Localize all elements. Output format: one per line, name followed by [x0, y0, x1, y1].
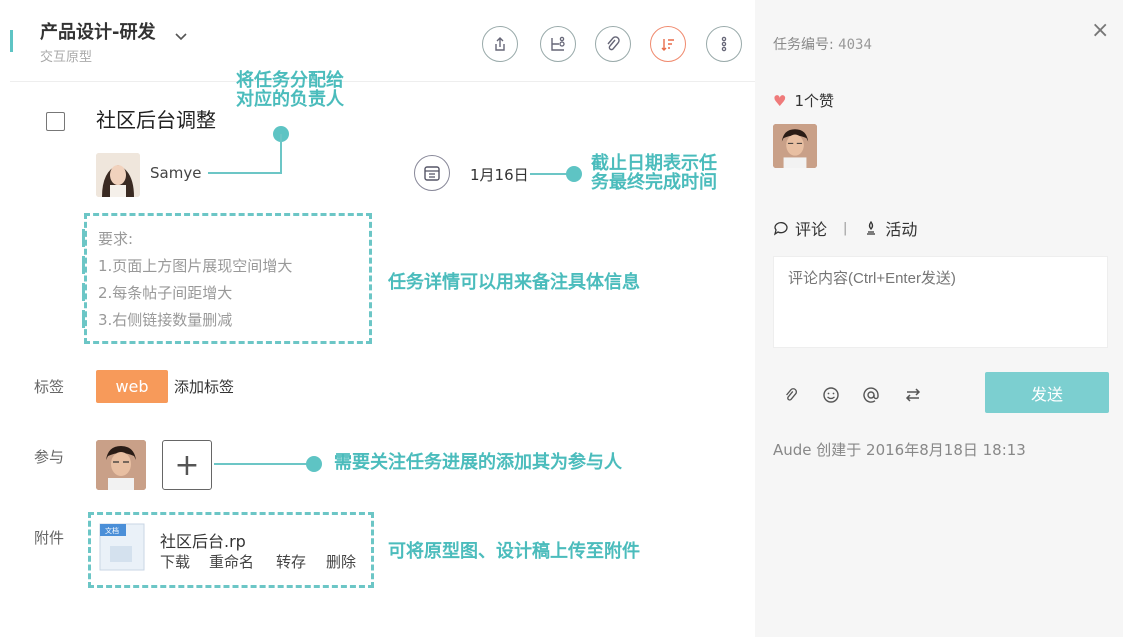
- annotation-connector: [214, 463, 316, 465]
- description-line[interactable]: 2.每条帖子间距增大: [98, 282, 232, 303]
- task-number: 任务编号: 4034: [773, 34, 872, 54]
- task-done-checkbox[interactable]: [46, 112, 65, 131]
- annotation-participants: 需要关注任务进展的添加其为参与人: [334, 452, 622, 473]
- assignee-avatar[interactable]: [96, 153, 140, 197]
- annotation-connector: [208, 172, 282, 174]
- more-icon: [721, 36, 727, 52]
- activity-icon: [867, 220, 876, 235]
- close-icon[interactable]: ×: [1091, 18, 1109, 43]
- comment-input[interactable]: [773, 256, 1108, 348]
- description-line[interactable]: 1.页面上方图片展现空间增大: [98, 255, 292, 276]
- annotation-assign-line2: 对应的负责人: [236, 89, 344, 110]
- tags-label: 标签: [34, 378, 65, 396]
- tag-web[interactable]: web: [96, 370, 168, 403]
- description-bar: [82, 310, 85, 328]
- task-main-panel: 产品设计-研发 交互原型 社区后台调整 Samye 1月16日 要求: 1.页面…: [10, 0, 755, 637]
- more-button[interactable]: [706, 26, 742, 62]
- annotation-dot: [306, 456, 322, 472]
- tab-activity[interactable]: 活动: [863, 216, 917, 240]
- comment-icon: [773, 222, 788, 236]
- save-to-link[interactable]: 转存: [276, 551, 306, 572]
- accent-bar: [10, 30, 13, 52]
- delete-link[interactable]: 删除: [326, 551, 356, 572]
- task-header: 产品设计-研发 交互原型: [10, 0, 755, 82]
- share-button[interactable]: [482, 26, 518, 62]
- add-tag-link[interactable]: 添加标签: [174, 376, 234, 397]
- chevron-down-icon[interactable]: [174, 30, 188, 44]
- task-side-panel: 任务编号: 4034 × ♥ 1个赞 评论 | 活动 评论内容(Ctrl+Ent…: [755, 0, 1123, 637]
- emoji-icon[interactable]: [821, 385, 841, 405]
- task-number-label: 任务编号:: [773, 37, 834, 53]
- attach-icon: [607, 36, 620, 51]
- project-subtitle: 交互原型: [40, 50, 93, 65]
- description-bar: [82, 229, 85, 247]
- add-participant-button[interactable]: +: [162, 440, 212, 490]
- file-icon[interactable]: 文档: [98, 522, 146, 572]
- mention-icon[interactable]: [861, 385, 881, 405]
- download-link[interactable]: 下载: [160, 551, 190, 572]
- due-date-button[interactable]: [414, 155, 450, 191]
- transfer-icon[interactable]: [903, 385, 923, 405]
- task-detail-window: 产品设计-研发 交互原型 社区后台调整 Samye 1月16日 要求: 1.页面…: [0, 0, 1123, 637]
- annotation-description: 任务详情可以用来备注具体信息: [388, 272, 640, 293]
- side-tabs: 评论 | 活动: [773, 216, 917, 240]
- flow-button[interactable]: [540, 26, 576, 62]
- likes-count: 1个赞: [794, 92, 834, 110]
- description-line[interactable]: 3.右侧链接数量删减: [98, 309, 232, 330]
- annotation-connector: [530, 173, 570, 175]
- send-button[interactable]: 发送: [985, 372, 1109, 413]
- attachments-label: 附件: [34, 529, 65, 547]
- heart-icon[interactable]: ♥: [773, 92, 786, 110]
- annotation-dot: [566, 166, 582, 182]
- priority-button[interactable]: [650, 26, 686, 62]
- due-date[interactable]: 1月16日: [470, 164, 529, 185]
- rename-link[interactable]: 重命名: [209, 551, 254, 572]
- description-bar: [82, 283, 85, 301]
- tab-comments-label: 评论: [795, 220, 828, 239]
- flow-icon: [551, 36, 565, 51]
- tab-separator: |: [843, 220, 848, 236]
- tab-activity-label: 活动: [885, 220, 918, 239]
- priority-icon: [661, 39, 674, 51]
- attach-icon[interactable]: [781, 385, 801, 405]
- project-title[interactable]: 产品设计-研发: [40, 18, 155, 44]
- annotation-attachments: 可将原型图、设计稿上传至附件: [388, 541, 640, 562]
- calendar-icon: [424, 166, 440, 181]
- likes[interactable]: ♥ 1个赞: [773, 90, 834, 111]
- annotation-connector: [280, 134, 282, 174]
- description-line[interactable]: 要求:: [98, 228, 133, 249]
- assignee-name[interactable]: Samye: [150, 164, 201, 182]
- file-icon-label: 文档: [105, 526, 119, 535]
- attach-button[interactable]: [595, 26, 631, 62]
- tab-comments[interactable]: 评论: [773, 216, 827, 240]
- activity-log-entry: Aude 创建于 2016年8月18日 18:13: [773, 441, 1026, 459]
- participants-label: 参与: [34, 448, 65, 466]
- annotation-assign-line1: 将任务分配给: [236, 70, 344, 91]
- participant-avatar[interactable]: [96, 440, 146, 490]
- task-title[interactable]: 社区后台调整: [96, 104, 216, 133]
- share-icon: [495, 37, 505, 51]
- annotation-due-line1: 截止日期表示任: [591, 153, 717, 174]
- annotation-due-line2: 务最终完成时间: [591, 172, 717, 193]
- liker-avatar[interactable]: [773, 124, 817, 168]
- task-number-value: 4034: [838, 37, 872, 53]
- description-bar: [82, 256, 85, 274]
- attachment-file-name[interactable]: 社区后台.rp: [160, 528, 246, 552]
